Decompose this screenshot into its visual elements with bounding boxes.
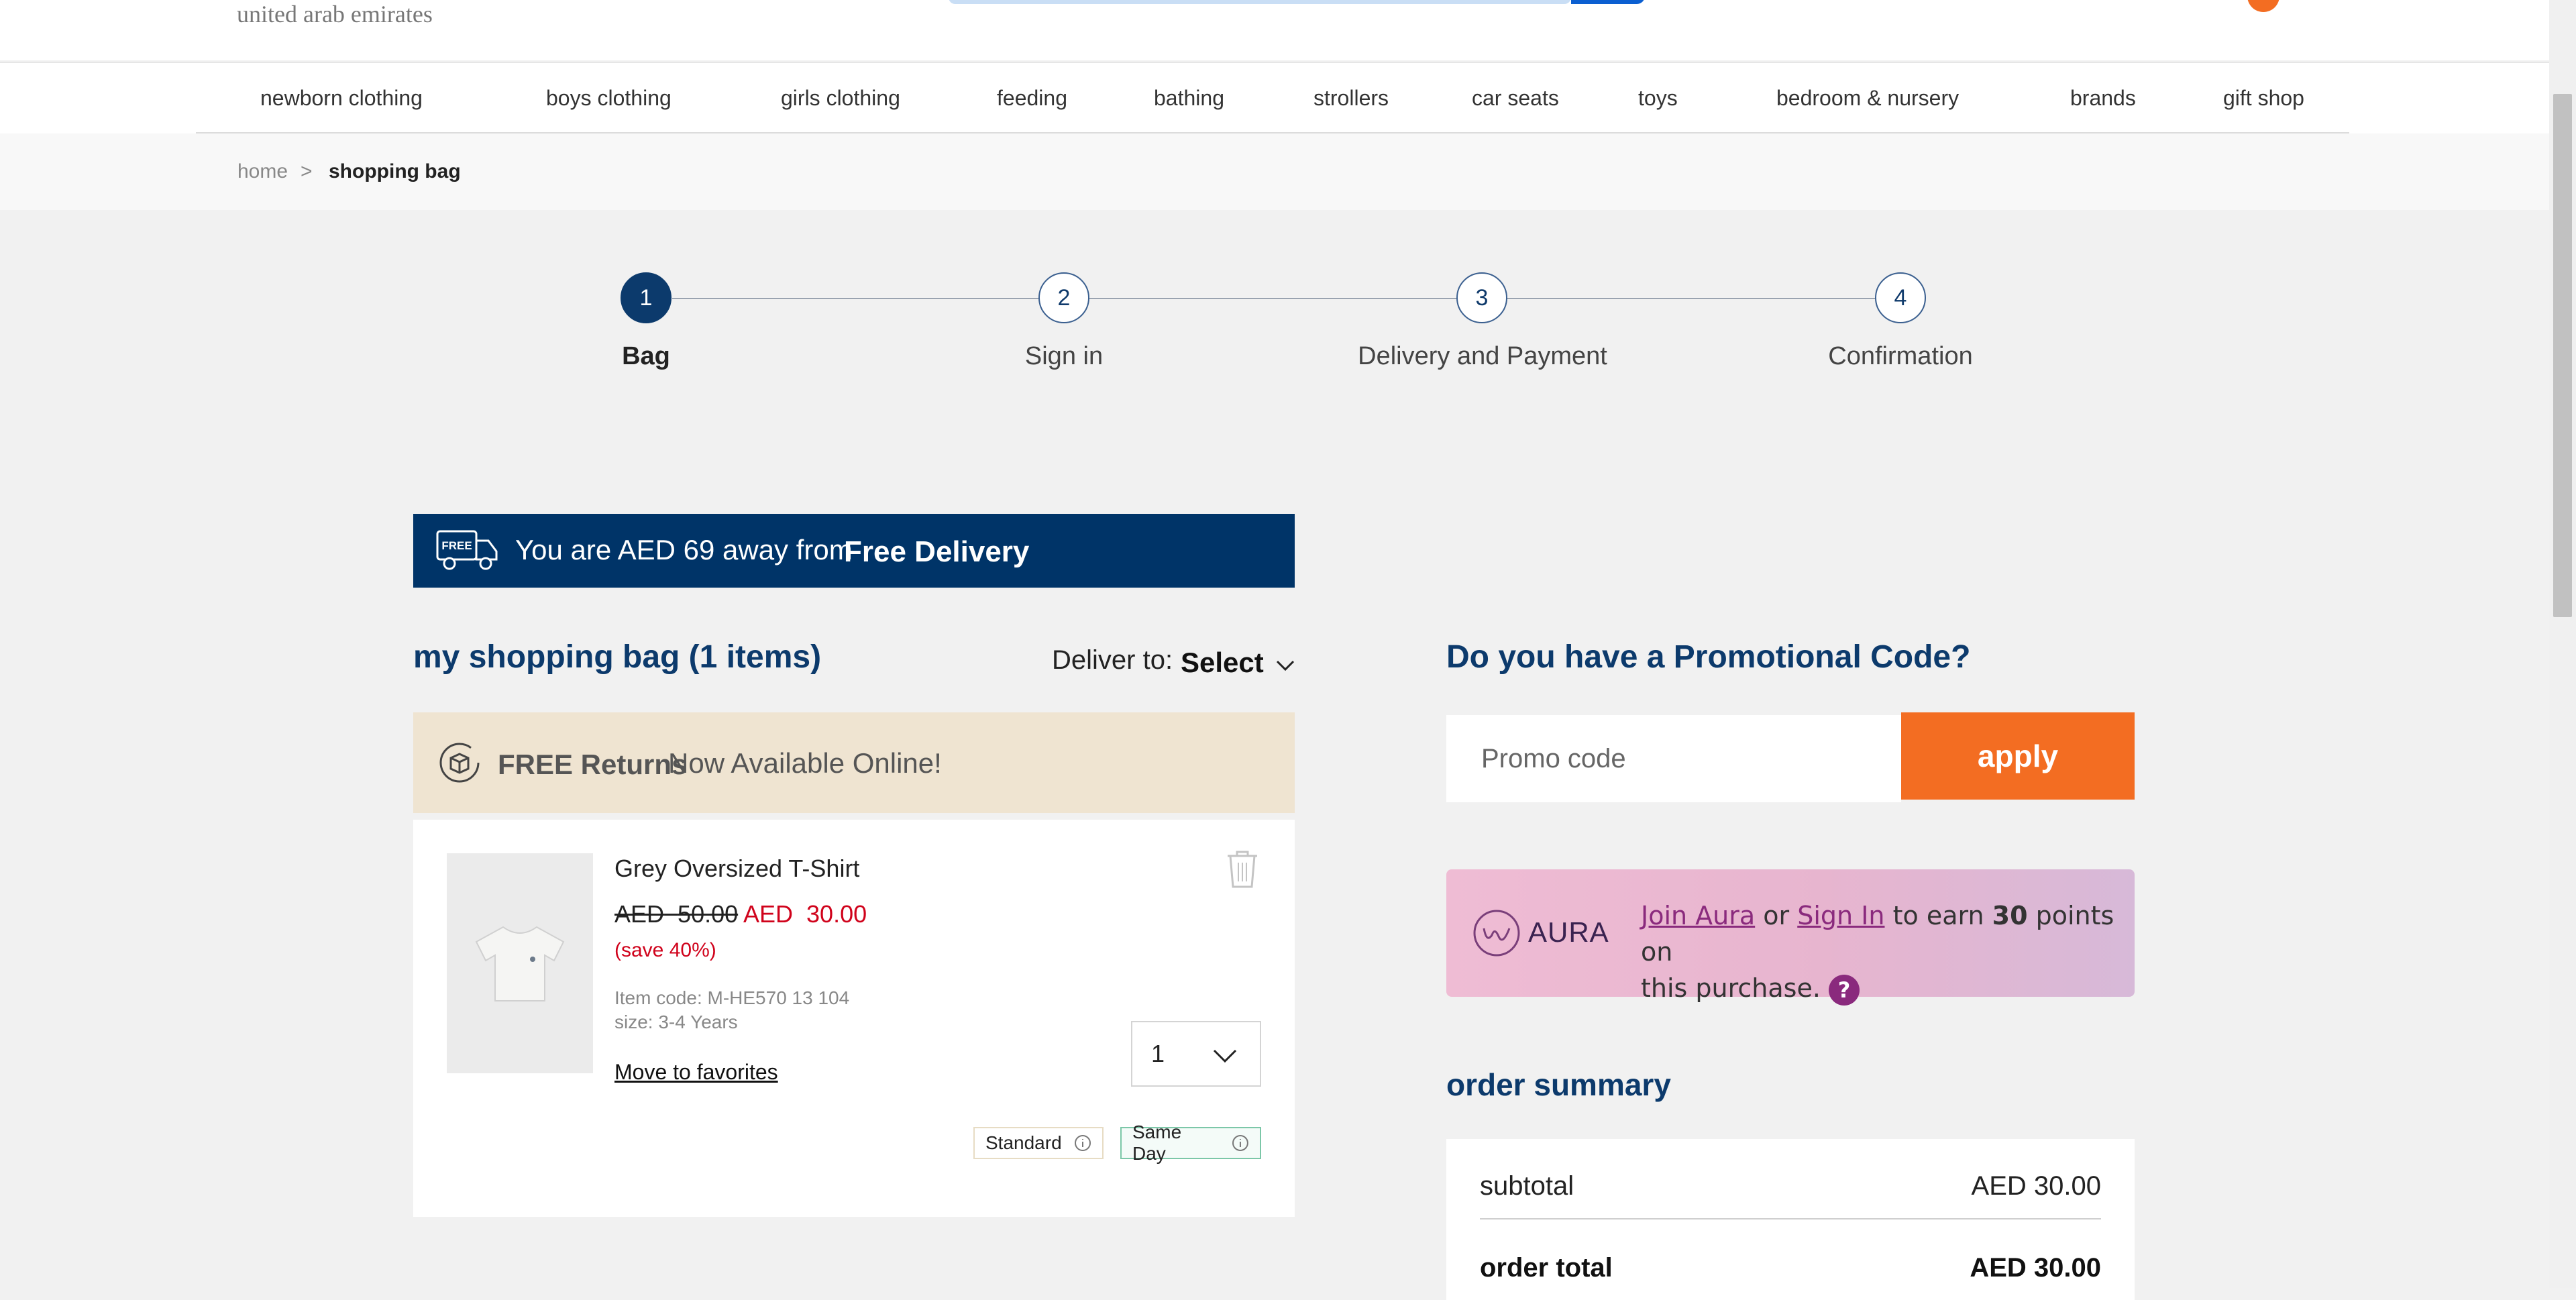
nav-item-brands[interactable]: brands (2070, 86, 2136, 111)
aura-help-icon[interactable]: ? (1829, 974, 1860, 1006)
breadcrumb-current: shopping bag (329, 160, 461, 182)
nav-item-newborn-clothing[interactable]: newborn clothing (260, 86, 423, 111)
nav-item-bedroom-nursery[interactable]: bedroom & nursery (1776, 86, 1959, 111)
top-header: united arab emirates (0, 0, 2549, 60)
step-4-label: Confirmation (1828, 342, 1973, 370)
sign-in-link[interactable]: Sign In (1797, 901, 1884, 930)
step-connector (1089, 298, 1457, 299)
apply-promo-button[interactable]: apply (1901, 712, 2135, 800)
trash-icon[interactable] (1224, 848, 1261, 889)
scrollbar-thumb[interactable] (2553, 94, 2572, 617)
deliver-to-value: Select (1181, 647, 1264, 678)
free-icon-text: FREE (441, 539, 472, 552)
free-returns-bold: FREE Returns (498, 749, 688, 780)
step-2-label: Sign in (1024, 342, 1104, 370)
promo-title: Do you have a Promotional Code? (1446, 639, 1971, 675)
product-name[interactable]: Grey Oversized T-Shirt (614, 855, 859, 883)
deliver-to-label: Deliver to: (1052, 645, 1173, 675)
step-2-indicator: 2 (1038, 272, 1089, 323)
join-aura-link[interactable]: Join Aura (1641, 901, 1755, 930)
quantity-value: 1 (1151, 1040, 1165, 1067)
step-4-indicator: 4 (1875, 272, 1926, 323)
aura-loyalty-box: AURA Join Aura or Sign In to earn 30 poi… (1446, 869, 2135, 1006)
search-bar[interactable] (949, 0, 1571, 4)
nav-item-car-seats[interactable]: car seats (1472, 86, 1559, 111)
item-code: Item code: M-HE570 13 104 (614, 987, 850, 1008)
step-1-indicator: 1 (621, 272, 672, 323)
returns-box-icon (439, 743, 480, 783)
move-to-favorites-link[interactable]: Move to favorites (614, 1060, 778, 1085)
chevron-down-icon (1213, 1049, 1237, 1063)
nav-item-boys-clothing[interactable]: boys clothing (546, 86, 672, 111)
aura-points: 30 (1992, 901, 2028, 930)
free-delivery-text: You are AED 69 away from (515, 534, 853, 565)
product-image[interactable] (447, 853, 593, 1073)
location-label[interactable]: united arab emirates (237, 0, 433, 28)
subtotal-label: subtotal (1480, 1171, 1574, 1201)
step-connector (672, 298, 1040, 299)
delivery-option-label: Standard (985, 1132, 1062, 1153)
breadcrumb-home[interactable]: home (237, 160, 288, 183)
tshirt-icon (475, 926, 565, 1001)
order-summary-box: subtotal AED 30.00 order total AED 30.00 (1446, 1139, 2135, 1300)
aura-earn-prefix: to earn (1892, 901, 1984, 930)
aura-brand: AURA (1528, 916, 1609, 948)
search-button[interactable] (1571, 0, 1645, 4)
nav-item-gift-shop[interactable]: gift shop (2223, 86, 2304, 111)
delivery-truck-icon: FREE (436, 530, 498, 570)
nav-item-feeding[interactable]: feeding (997, 86, 1067, 111)
aura-message: Join Aura or Sign In to earn 30 points o… (1641, 898, 2124, 1006)
info-icon[interactable] (1232, 1134, 1249, 1152)
aura-line2: this purchase. (1641, 973, 1821, 1003)
free-delivery-banner: FREE You are AED 69 away from Free Deliv… (413, 514, 1295, 588)
step-3-label: Delivery and Payment (1358, 342, 1607, 370)
free-delivery-highlight: Free Delivery (844, 535, 1030, 568)
delivery-option-standard[interactable]: Standard (973, 1127, 1104, 1159)
order-summary-title: order summary (1446, 1067, 1671, 1102)
quantity-select[interactable]: 1 (1131, 1021, 1261, 1087)
info-icon[interactable] (1074, 1134, 1091, 1152)
free-returns-banner: FREE Returns Now Available Online! (413, 712, 1295, 813)
save-percent: (save 40%) (614, 939, 716, 961)
chevron-down-icon (1277, 660, 1295, 671)
nav-item-toys[interactable]: toys (1638, 86, 1678, 111)
aura-or-text: or (1763, 901, 1790, 930)
old-price: AED 50.00 (614, 900, 738, 928)
step-3-indicator: 3 (1456, 272, 1507, 323)
summary-divider (1480, 1218, 2101, 1220)
delivery-option-label: Same Day (1132, 1122, 1182, 1164)
cart-count-badge[interactable] (2247, 0, 2279, 12)
nav-item-strollers[interactable]: strollers (1313, 86, 1389, 111)
order-total-value: AED 30.00 (1970, 1253, 2101, 1283)
subtotal-value: AED 30.00 (1971, 1171, 2101, 1201)
breadcrumb-separator: > (301, 160, 313, 182)
deliver-to-select[interactable]: Select (1181, 647, 1295, 679)
old-price-value: 50.00 (678, 900, 739, 928)
step-connector (1507, 298, 1876, 299)
nav-item-girls-clothing[interactable]: girls clothing (781, 86, 900, 111)
nav-item-bathing[interactable]: bathing (1154, 86, 1224, 111)
aura-logo-icon (1473, 910, 1520, 957)
bag-title: my shopping bag (1 items) (413, 639, 822, 675)
item-size: size: 3-4 Years (614, 1012, 738, 1032)
breadcrumb: home > shopping bag (0, 133, 2549, 210)
old-price-currency: AED (614, 900, 665, 928)
free-returns-text: Now Available Online! (668, 747, 942, 779)
sale-price: AED 30.00 (743, 900, 867, 928)
delivery-option-same-day[interactable]: Same Day (1120, 1122, 1261, 1164)
promo-code-input[interactable] (1446, 715, 1901, 802)
order-total-label: order total (1480, 1253, 1613, 1283)
step-1-label: Bag (622, 342, 670, 370)
